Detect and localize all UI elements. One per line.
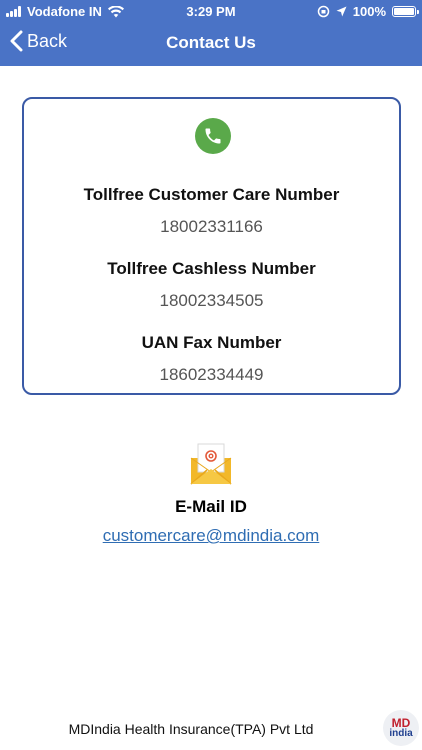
envelope-icon: [190, 443, 232, 485]
customer-care-number[interactable]: 18002331166: [24, 217, 399, 237]
phone-icon: [195, 118, 231, 154]
email-label: E-Mail ID: [175, 497, 247, 516]
email-link[interactable]: customercare@mdindia.com: [0, 526, 422, 546]
customer-care-label: Tollfree Customer Care Number: [83, 185, 340, 204]
logo-india: india: [389, 728, 413, 739]
fax-label: UAN Fax Number: [141, 333, 282, 352]
header: Vodafone IN 3:29 PM 100% Back Contact Us: [0, 0, 422, 66]
battery-icon: [392, 6, 419, 17]
status-right: 100%: [317, 4, 419, 19]
cashless-label: Tollfree Cashless Number: [107, 259, 316, 278]
status-bar: Vodafone IN 3:29 PM 100%: [0, 0, 422, 22]
footer-company: MDIndia Health Insurance(TPA) Pvt Ltd: [68, 721, 314, 737]
contact-card: Tollfree Customer Care Number 1800233116…: [22, 97, 401, 395]
battery-percent: 100%: [352, 4, 386, 19]
location-icon: [336, 6, 347, 17]
cashless-number[interactable]: 18002334505: [24, 291, 399, 311]
orientation-lock-icon: [317, 5, 329, 18]
page-title: Contact Us: [166, 33, 256, 52]
company-logo: MD india: [383, 710, 419, 746]
fax-number[interactable]: 18602334449: [24, 365, 399, 385]
